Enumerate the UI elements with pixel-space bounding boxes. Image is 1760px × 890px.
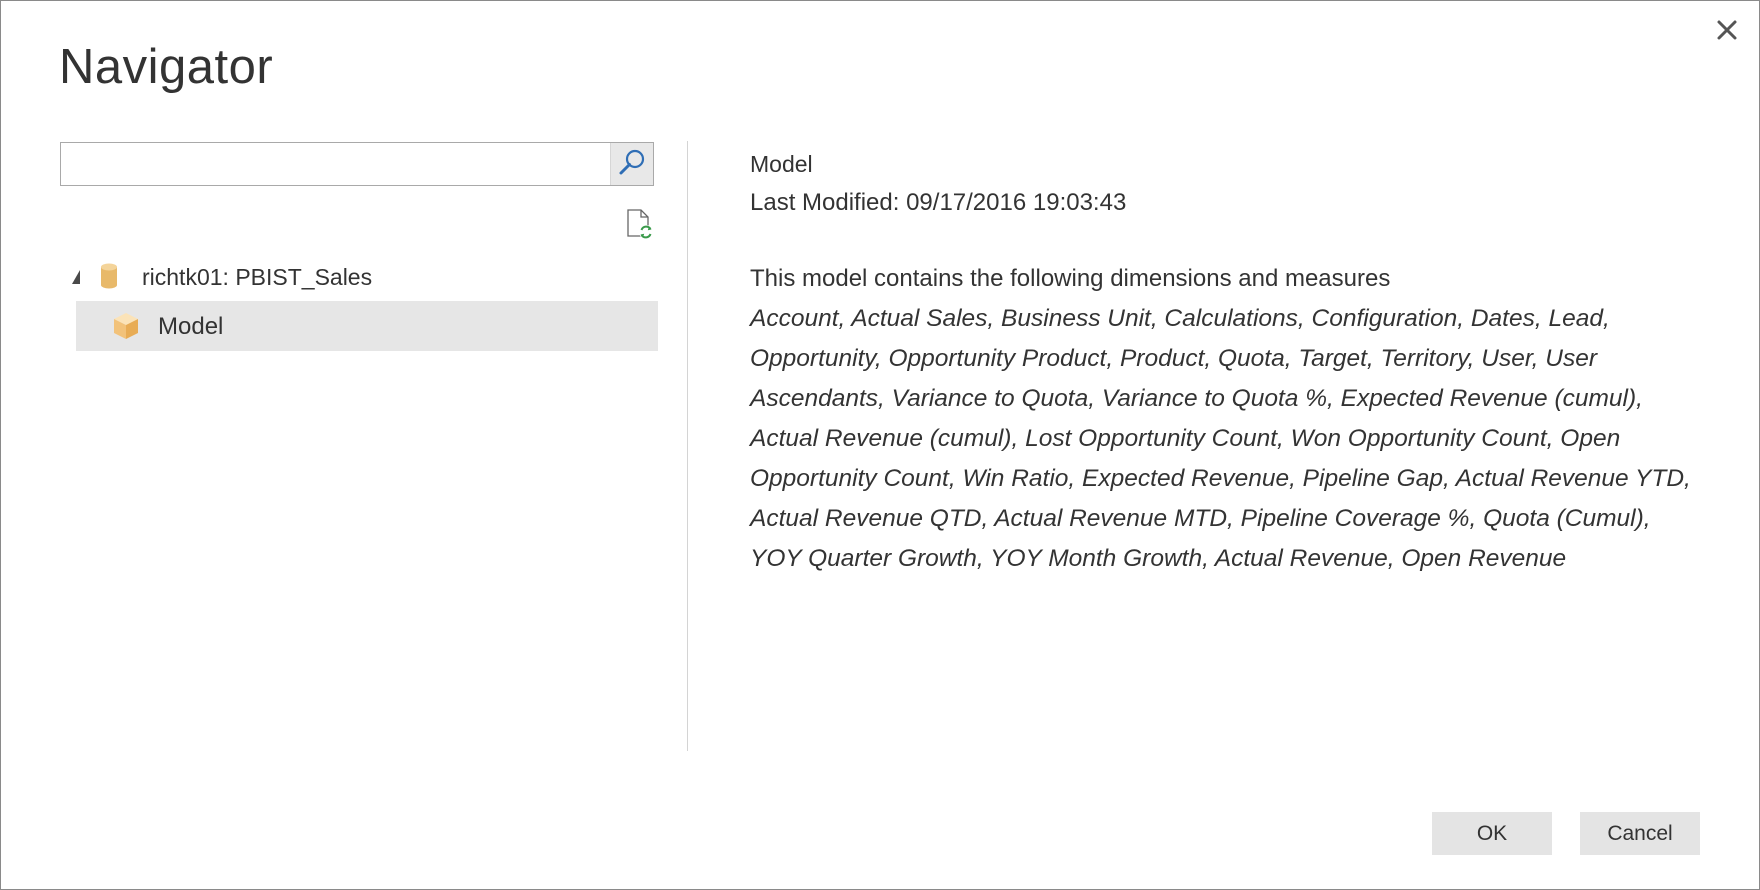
tree-node-server[interactable]: richtk01: PBIST_Sales	[60, 253, 658, 301]
dialog-title: Navigator	[59, 40, 274, 94]
tree-node-model[interactable]: Model	[76, 301, 658, 351]
search-button[interactable]	[610, 143, 653, 185]
details-pane: Model Last Modified: 09/17/2016 19:03:43…	[750, 149, 1700, 579]
cancel-button[interactable]: Cancel	[1580, 812, 1700, 855]
search-box	[60, 142, 654, 186]
search-icon	[617, 147, 647, 182]
pane-divider[interactable]	[687, 141, 688, 751]
close-button[interactable]	[1703, 9, 1751, 55]
search-input[interactable]	[61, 143, 609, 185]
refresh-preview-button[interactable]	[622, 207, 658, 245]
navigator-dialog: Navigator richtk01: PBIST_Sales Model Mo…	[0, 0, 1760, 890]
tree-node-label: Model	[158, 313, 224, 340]
cube-icon	[113, 312, 139, 345]
refresh-document-icon	[625, 208, 655, 245]
collapse-arrow-icon[interactable]	[72, 270, 80, 284]
details-dimensions-measures: Account, Actual Sales, Business Unit, Ca…	[750, 305, 1691, 572]
close-icon	[1716, 19, 1738, 46]
ok-button[interactable]: OK	[1432, 812, 1552, 855]
navigator-tree: richtk01: PBIST_Sales Model	[60, 253, 658, 351]
database-icon	[100, 263, 118, 294]
details-description-heading: This model contains the following dimens…	[750, 265, 1391, 292]
details-last-modified: Last Modified: 09/17/2016 19:03:43	[750, 189, 1127, 216]
tree-node-label: richtk01: PBIST_Sales	[142, 264, 373, 290]
details-model-name: Model	[750, 151, 813, 177]
